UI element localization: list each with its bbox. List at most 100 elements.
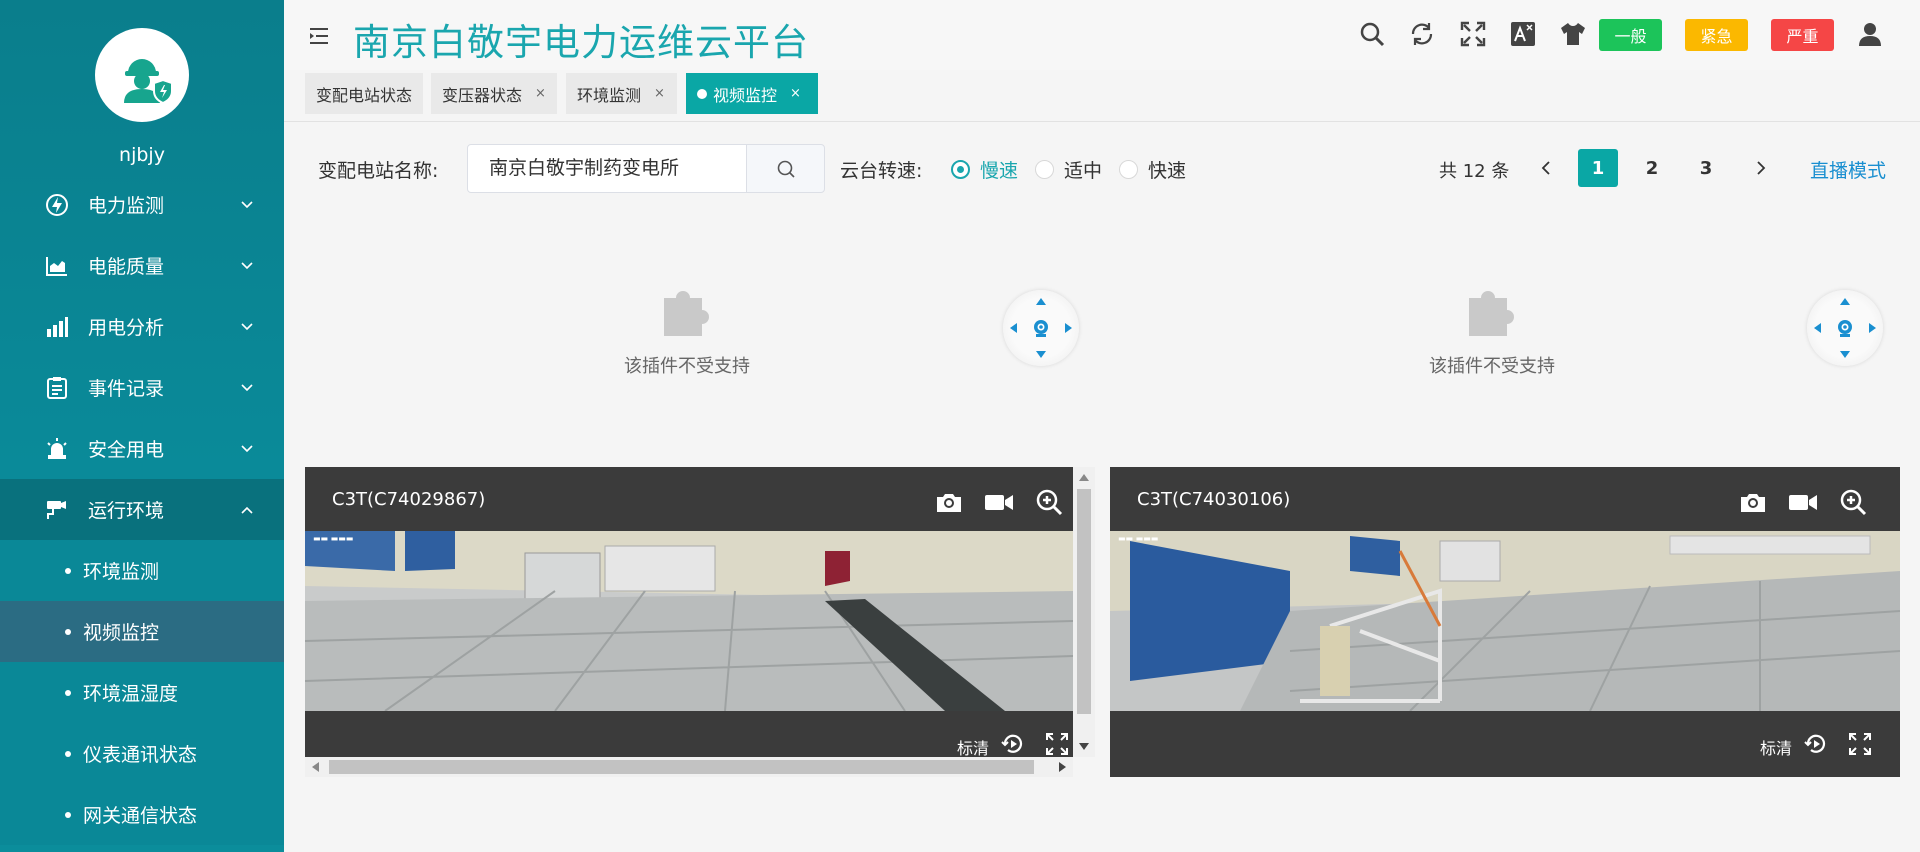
tab-bar: 变配电站状态 变压器状态 × 环境监测 × 视频监控 × xyxy=(284,70,1920,122)
arrow-down-icon[interactable] xyxy=(1036,351,1046,358)
station-search-button[interactable] xyxy=(746,144,825,193)
page-1-button[interactable]: 1 xyxy=(1578,149,1618,187)
bullet-icon xyxy=(65,689,71,696)
camera-snapshot-icon[interactable] xyxy=(1738,489,1768,515)
tab-environment-monitoring[interactable]: 环境监测 × xyxy=(566,73,677,114)
fullscreen-icon[interactable] xyxy=(1845,731,1875,757)
zoom-in-icon[interactable] xyxy=(1838,489,1868,516)
clipboard-icon xyxy=(44,375,70,401)
avatar xyxy=(95,28,189,122)
chevron-down-icon xyxy=(241,261,253,269)
video-quality-label[interactable]: 标清 xyxy=(1760,735,1792,759)
sidebar-subitem-video-monitoring[interactable]: 视频监控 xyxy=(0,601,284,662)
sidebar-item-power-monitoring[interactable]: 电力监测 xyxy=(0,174,284,235)
alarm-normal-badge[interactable]: 一般 xyxy=(1599,19,1662,51)
tab-substation-status[interactable]: 变配电站状态 xyxy=(305,73,423,114)
search-icon xyxy=(777,160,795,178)
live-mode-link[interactable]: 直播模式 xyxy=(1810,156,1886,183)
video-record-icon[interactable] xyxy=(984,489,1014,515)
alarm-urgent-badge[interactable]: 紧急 xyxy=(1685,19,1748,51)
sidebar-subitem-temp-humidity[interactable]: 环境温湿度 xyxy=(0,662,284,723)
search-icon[interactable] xyxy=(1357,19,1387,49)
speed-radio-slow[interactable]: 慢速 xyxy=(951,156,1018,183)
chevron-right-icon xyxy=(1757,161,1766,175)
total-count: 共 12 条 xyxy=(1439,161,1510,182)
theme-shirt-icon[interactable] xyxy=(1558,19,1588,49)
menu-fold-icon[interactable] xyxy=(308,25,330,47)
speed-radio-fast[interactable]: 快速 xyxy=(1119,156,1186,183)
scroll-left-icon[interactable] xyxy=(311,762,319,772)
arrow-left-icon[interactable] xyxy=(1814,323,1821,333)
arrow-right-icon[interactable] xyxy=(1869,323,1876,333)
prev-page-button[interactable] xyxy=(1531,149,1561,187)
tab-transformer-status[interactable]: 变压器状态 × xyxy=(431,73,557,114)
close-icon[interactable]: × xyxy=(535,86,546,101)
sidebar-item-event-records[interactable]: 事件记录 xyxy=(0,357,284,418)
scrollbar-thumb[interactable] xyxy=(1077,489,1091,714)
close-icon[interactable]: × xyxy=(654,86,665,101)
scroll-down-icon[interactable] xyxy=(1079,743,1089,751)
sidebar-item-electrical-safety[interactable]: 安全用电 xyxy=(0,418,284,479)
username: njbjy xyxy=(119,144,165,166)
sidebar-item-operating-environment[interactable]: 运行环境 xyxy=(0,479,284,540)
video-quality-label[interactable]: 标清 xyxy=(957,735,989,759)
alarm-severe-badge[interactable]: 严重 xyxy=(1771,19,1834,51)
chevron-down-icon xyxy=(241,322,253,330)
plugin-unsupported-text: 该插件不受支持 xyxy=(1429,356,1555,377)
alarm-light-icon xyxy=(44,436,70,462)
close-icon[interactable]: × xyxy=(790,86,801,101)
area-chart-icon xyxy=(44,253,70,279)
app-title: 南京白敬宇电力运维云平台 xyxy=(353,21,809,64)
tab-video-monitoring[interactable]: 视频监控 × xyxy=(686,73,818,114)
camera-feed-image: ▬▬ ▬▬▬ xyxy=(1110,531,1900,711)
sidebar-item-usage-analysis[interactable]: 用电分析 xyxy=(0,296,284,357)
sidebar-menu: 电力监测 电能质量 用电分析 事件记录 安全用电 运行环境 环境监测 视频监控 … xyxy=(0,174,284,845)
chevron-up-icon xyxy=(241,506,253,514)
scroll-right-icon[interactable] xyxy=(1059,762,1067,772)
arrow-right-icon[interactable] xyxy=(1065,323,1072,333)
arrow-left-icon[interactable] xyxy=(1010,323,1017,333)
scrollbar-thumb[interactable] xyxy=(329,760,1034,774)
sidebar-item-power-quality[interactable]: 电能质量 xyxy=(0,235,284,296)
playback-icon[interactable] xyxy=(1801,731,1831,757)
page-2-button[interactable]: 2 xyxy=(1632,149,1672,187)
video-record-icon[interactable] xyxy=(1788,489,1818,515)
fullscreen-icon[interactable] xyxy=(1042,731,1072,757)
ptz-speed-label: 云台转速: xyxy=(840,160,923,182)
zoom-in-icon[interactable] xyxy=(1034,489,1064,516)
page-3-button[interactable]: 3 xyxy=(1686,149,1726,187)
engineer-icon xyxy=(124,59,173,105)
station-input[interactable]: 南京白敬宇制药变电所 xyxy=(467,144,749,193)
ptz-control[interactable] xyxy=(1003,290,1079,366)
user-icon[interactable] xyxy=(1855,19,1885,49)
svg-text:▬▬ ▬▬▬: ▬▬ ▬▬▬ xyxy=(313,534,353,543)
translate-icon[interactable] xyxy=(1508,19,1538,49)
top-bar: 南京白敬宇电力运维云平台 一般 紧急 严重 xyxy=(284,0,1920,70)
video-header: C3T(C74030106) xyxy=(1110,467,1900,531)
fullscreen-icon[interactable] xyxy=(1458,19,1488,49)
bullet-icon xyxy=(65,750,71,757)
refresh-icon[interactable] xyxy=(1407,19,1437,49)
horizontal-scrollbar[interactable] xyxy=(305,757,1073,777)
scroll-up-icon[interactable] xyxy=(1079,473,1089,481)
camera-title: C3T(C74029867) xyxy=(332,489,486,510)
bullet-icon xyxy=(65,567,71,574)
webcam-icon xyxy=(1838,320,1852,337)
video-header: C3T(C74029867) xyxy=(305,467,1073,531)
ptz-control[interactable] xyxy=(1807,290,1883,366)
arrow-down-icon[interactable] xyxy=(1840,351,1850,358)
vertical-scrollbar[interactable] xyxy=(1073,467,1095,757)
radio-unchecked-icon xyxy=(1035,160,1054,179)
arrow-up-icon[interactable] xyxy=(1840,298,1850,305)
arrow-up-icon[interactable] xyxy=(1036,298,1046,305)
sidebar-subitem-meter-comm-status[interactable]: 仪表通讯状态 xyxy=(0,723,284,784)
speed-radio-medium[interactable]: 适中 xyxy=(1035,156,1102,183)
sidebar-subitem-gateway-comm-status[interactable]: 网关通信状态 xyxy=(0,784,284,845)
chevron-down-icon xyxy=(241,444,253,452)
camera-snapshot-icon[interactable] xyxy=(934,489,964,515)
sidebar-subitem-environment-monitoring[interactable]: 环境监测 xyxy=(0,540,284,601)
cctv-camera-icon xyxy=(44,497,70,523)
playback-icon[interactable] xyxy=(998,731,1028,757)
next-page-button[interactable] xyxy=(1746,149,1776,187)
bar-chart-icon xyxy=(44,314,70,340)
